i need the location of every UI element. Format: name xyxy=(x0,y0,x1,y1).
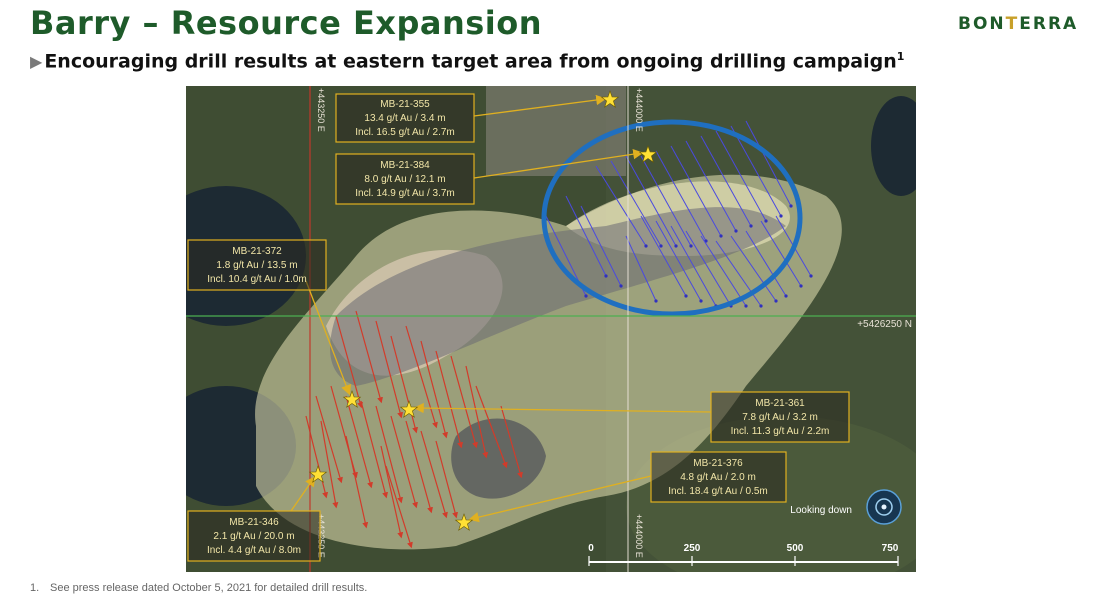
easting-label-2: +444000 E xyxy=(634,88,644,132)
callout-line-1: 8.0 g/t Au / 12.1 m xyxy=(364,174,445,185)
callout-hole-id: MB-21-361 xyxy=(755,398,805,409)
logo-part-right: ERRA xyxy=(1019,14,1079,34)
callout-line-2: Incl. 18.4 g/t Au / 0.5m xyxy=(668,486,768,497)
compass-icon xyxy=(866,489,902,525)
scale-tick-0: 0 xyxy=(588,543,594,554)
subtitle-text: Encouraging drill results at eastern tar… xyxy=(44,50,897,73)
northing-label: +5426250 N xyxy=(857,319,912,330)
callout-mb-21-372: MB-21-372 1.8 g/t Au / 13.5 m Incl. 10.4… xyxy=(187,239,327,291)
callout-mb-21-346: MB-21-346 2.1 g/t Au / 20.0 m Incl. 4.4 … xyxy=(187,510,321,562)
callout-line-2: Incl. 16.5 g/t Au / 2.7m xyxy=(355,127,455,138)
callout-mb-21-355: MB-21-355 13.4 g/t Au / 3.4 m Incl. 16.5… xyxy=(335,93,475,143)
footnote-text: See press release dated October 5, 2021 … xyxy=(50,582,368,594)
callout-line-1: 13.4 g/t Au / 3.4 m xyxy=(364,113,445,124)
page-title: Barry – Resource Expansion xyxy=(30,4,542,42)
callout-line-2: Incl. 14.9 g/t Au / 3.7m xyxy=(355,188,455,199)
footnote-number: 1. xyxy=(30,582,40,594)
callout-line-1: 4.8 g/t Au / 2.0 m xyxy=(680,472,756,483)
callout-mb-21-361: MB-21-361 7.8 g/t Au / 3.2 m Incl. 11.3 … xyxy=(710,391,850,443)
callout-line-1: 1.8 g/t Au / 13.5 m xyxy=(216,260,297,271)
easting-label-2-bottom: +444000 E xyxy=(634,514,644,558)
callout-line-2: Incl. 11.3 g/t Au / 2.2m xyxy=(731,426,830,437)
callout-line-2: Incl. 10.4 g/t Au / 1.0m xyxy=(207,274,307,285)
footnote-ref: 1 xyxy=(896,50,905,63)
bullet-arrow-icon: ▶ xyxy=(30,52,43,72)
view-label: Looking down xyxy=(790,505,852,516)
scale-tick-500: 500 xyxy=(787,543,804,554)
logo-part-t: T xyxy=(1005,14,1020,34)
scale-tick-250: 250 xyxy=(684,543,701,554)
callout-line-1: 7.8 g/t Au / 3.2 m xyxy=(742,412,818,423)
callout-line-1: 2.1 g/t Au / 20.0 m xyxy=(213,531,294,542)
callout-mb-21-384: MB-21-384 8.0 g/t Au / 12.1 m Incl. 14.9… xyxy=(335,153,475,205)
easting-label-1: +443250 E xyxy=(316,88,326,132)
drill-map: +443250 E +444000 E +443250 E +444000 E … xyxy=(186,86,916,572)
callout-hole-id: MB-21-384 xyxy=(380,160,430,171)
callout-hole-id: MB-21-376 xyxy=(693,458,743,469)
page-subtitle: ▶ Encouraging drill results at eastern ta… xyxy=(30,50,904,72)
company-logo: BONTERRA xyxy=(958,14,1078,34)
callout-mb-21-376: MB-21-376 4.8 g/t Au / 2.0 m Incl. 18.4 … xyxy=(650,451,787,503)
callout-hole-id: MB-21-355 xyxy=(380,99,430,110)
callout-line-2: Incl. 4.4 g/t Au / 8.0m xyxy=(207,545,301,556)
logo-part-left: BON xyxy=(958,14,1006,34)
footnote: 1. See press release dated October 5, 202… xyxy=(30,582,367,594)
callout-hole-id: MB-21-346 xyxy=(229,517,279,528)
callout-hole-id: MB-21-372 xyxy=(232,246,282,257)
scale-tick-750: 750 xyxy=(882,543,899,554)
